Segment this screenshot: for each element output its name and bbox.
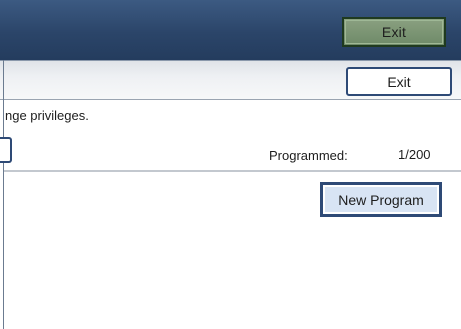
programmed-count: 1/200	[398, 147, 431, 162]
exit-button[interactable]: Exit	[346, 67, 452, 96]
partial-button[interactable]	[0, 137, 12, 163]
divider	[4, 170, 461, 172]
new-program-button[interactable]: New Program	[320, 182, 442, 217]
program-screen: Exit Exit nge privileges. Programmed: 1/…	[0, 0, 461, 329]
panel-left-edge	[0, 60, 4, 329]
header-exit-button[interactable]: Exit	[342, 17, 446, 47]
instruction-message: nge privileges.	[5, 108, 89, 123]
programmed-label: Programmed:	[269, 148, 348, 163]
